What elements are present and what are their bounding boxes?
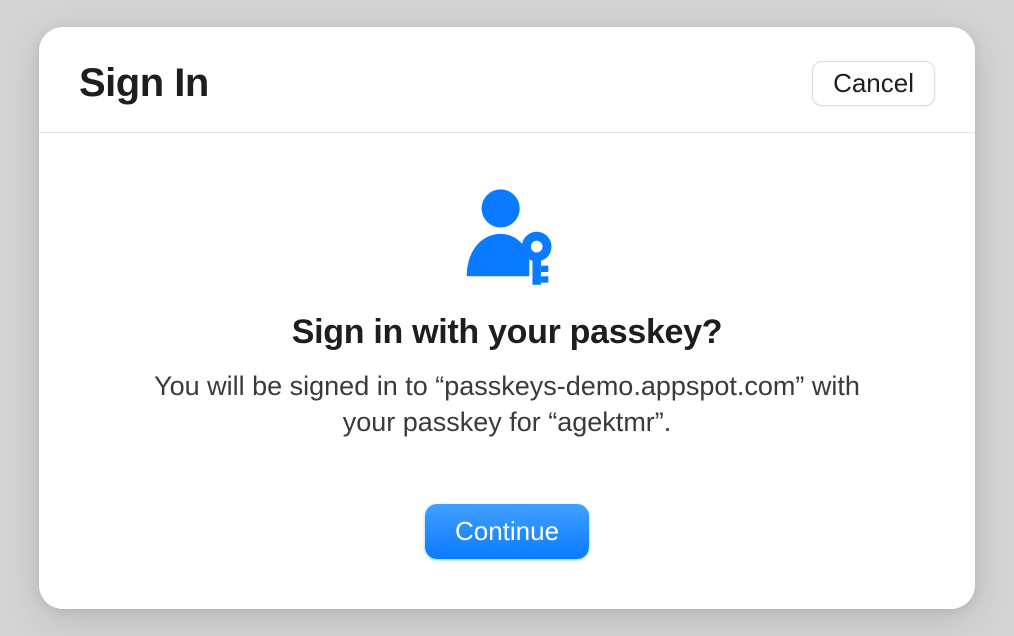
body-title: Sign in with your passkey? (99, 313, 915, 352)
dialog-title: Sign In (79, 61, 209, 106)
continue-button[interactable]: Continue (425, 504, 589, 559)
dialog-header: Sign In Cancel (39, 27, 975, 133)
dialog-body: Sign in with your passkey? You will be s… (39, 133, 975, 610)
cancel-button[interactable]: Cancel (812, 61, 935, 106)
sign-in-dialog: Sign In Cancel Sign in with your passkey… (39, 27, 975, 610)
body-description: You will be signed in to “passkeys-demo.… (127, 368, 887, 441)
passkey-icon (99, 183, 915, 289)
